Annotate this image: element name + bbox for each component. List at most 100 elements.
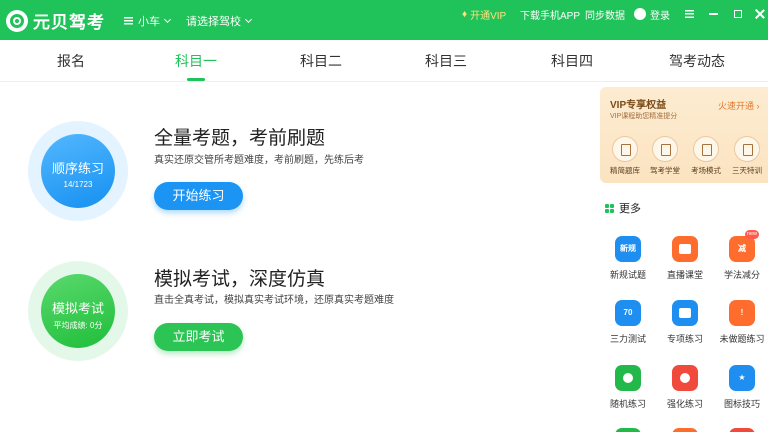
mock-exam-average-score: 平均成绩: 0分 xyxy=(53,321,103,330)
mock-exam-title: 模拟考试 xyxy=(51,301,104,316)
new-badge: new xyxy=(744,230,759,239)
tool-three-power-test[interactable]: 70 三力测试 xyxy=(601,300,655,345)
start-exam-button[interactable]: 立即考试 xyxy=(154,323,243,351)
tool-label: 图标技巧 xyxy=(723,399,760,409)
practice-description: 真实还原交管所考题难度，考前刷题，先练后考 xyxy=(154,155,364,166)
sequential-practice-progress: 14/1723 xyxy=(63,180,93,189)
tool-label: 专项练习 xyxy=(666,334,703,344)
tool-special-practice[interactable]: 专项练习 xyxy=(658,300,712,345)
tool-label: 未做题练习 xyxy=(719,334,765,344)
vip-card-subtitle: VIP课程助您精准提分 xyxy=(610,113,678,120)
avatar-icon xyxy=(634,8,646,20)
vip-card-title: VIP专享权益 xyxy=(610,100,667,111)
vehicle-select-label: 小车 xyxy=(138,16,160,28)
vip-feature-label: 精简题库 xyxy=(610,166,640,175)
close-button[interactable] xyxy=(753,7,767,21)
tool-random-practice[interactable]: 随机练习 xyxy=(601,365,655,410)
close-icon xyxy=(755,9,765,19)
tool-live-class[interactable]: 直播课堂 xyxy=(658,236,712,281)
three-power-icon: 70 xyxy=(615,300,641,326)
menu-button[interactable] xyxy=(682,7,696,21)
vehicle-select[interactable]: 小车 xyxy=(124,13,172,29)
tool-label: 随机练习 xyxy=(609,399,646,409)
study-reduce-icon: 减 new xyxy=(729,230,759,262)
steering-wheel-icon xyxy=(6,9,28,32)
chevron-down-icon xyxy=(163,15,172,24)
partial-tool-icon[interactable] xyxy=(615,428,641,432)
vip-feature-question-bank[interactable]: 精简题库 xyxy=(605,136,645,176)
minimize-icon xyxy=(708,13,718,15)
trophy-icon xyxy=(734,136,760,162)
icon-tips-icon: ★ xyxy=(729,365,755,391)
vip-feature-label: 考场模式 xyxy=(691,166,721,175)
tab-subject-two[interactable]: 科目二 xyxy=(261,40,381,82)
tool-label: 直播课堂 xyxy=(666,270,703,280)
mock-exam-circle[interactable]: 模拟考试 平均成绩: 0分 xyxy=(41,274,115,348)
study-reduce-glyph: 减 xyxy=(738,244,746,253)
vehicle-type-icon xyxy=(124,16,133,26)
school-select-label: 请选择驾校 xyxy=(186,16,241,28)
tab-register[interactable]: 报名 xyxy=(11,40,131,82)
sync-data-label: 同步数据 xyxy=(585,10,625,22)
film-icon xyxy=(652,136,678,162)
grid-icon xyxy=(605,203,614,213)
vip-benefits-card[interactable]: VIP专享权益 VIP课程助您精准提分 火速开通 › 精简题库 驾考学堂 考场模… xyxy=(600,87,768,183)
chevron-down-icon xyxy=(244,15,253,24)
start-practice-button[interactable]: 开始练习 xyxy=(154,182,243,210)
tool-intensive-practice[interactable]: 强化练习 xyxy=(658,365,712,410)
vip-feature-exam-mode[interactable]: 考场模式 xyxy=(686,136,726,176)
tool-new-rules[interactable]: 新规 新规试题 xyxy=(601,236,655,281)
live-video-icon xyxy=(672,236,698,262)
maximize-icon xyxy=(734,10,742,18)
undone-practice-icon: ! xyxy=(729,300,755,326)
subject-tabs: 报名 科目一 科目二 科目三 科目四 驾考动态 xyxy=(0,40,768,82)
minimize-button[interactable] xyxy=(706,7,720,21)
tab-subject-three[interactable]: 科目三 xyxy=(386,40,506,82)
tool-icon-tips[interactable]: ★ 图标技巧 xyxy=(715,365,768,410)
question-bank-icon xyxy=(612,136,638,162)
monitor-icon xyxy=(693,136,719,162)
more-section-header: 更多 xyxy=(605,200,641,216)
new-rules-icon: 新规 xyxy=(615,236,641,262)
vip-open-link[interactable]: 火速开通 › xyxy=(718,99,760,112)
more-title: 更多 xyxy=(619,203,641,215)
tool-label: 三力测试 xyxy=(609,334,646,344)
intensive-practice-icon xyxy=(672,365,698,391)
mock-exam-ring: 模拟考试 平均成绩: 0分 xyxy=(28,261,128,361)
tool-undone-practice[interactable]: ! 未做题练习 xyxy=(715,300,768,345)
download-app-link[interactable]: 下载手机APP xyxy=(520,8,581,22)
exam-heading: 模拟考试，深度仿真 xyxy=(154,269,326,290)
special-practice-icon xyxy=(672,300,698,326)
tool-label: 强化练习 xyxy=(666,399,703,409)
vip-feature-label: 三天特训 xyxy=(732,166,762,175)
vip-feature-three-day-training[interactable]: 三天特训 xyxy=(727,136,767,176)
tab-subject-four[interactable]: 科目四 xyxy=(512,40,632,82)
practice-heading: 全量考题，考前刷题 xyxy=(154,128,326,149)
app-logo: 元贝驾考 xyxy=(6,8,105,33)
sync-data-link[interactable]: 同步数据 xyxy=(585,8,625,22)
download-app-label: 下载手机APP xyxy=(520,10,581,22)
sequential-practice-title: 顺序练习 xyxy=(51,161,104,176)
vip-button[interactable]: ♦ 开通VIP xyxy=(462,8,507,22)
tab-driving-news[interactable]: 驾考动态 xyxy=(637,40,757,82)
vip-button-label: 开通VIP xyxy=(470,10,507,22)
school-select[interactable]: 请选择驾校 xyxy=(186,13,253,29)
app-name: 元贝驾考 xyxy=(33,13,105,32)
tab-subject-one[interactable]: 科目一 xyxy=(136,40,256,82)
sequential-practice-circle[interactable]: 顺序练习 14/1723 xyxy=(41,134,115,208)
random-practice-icon xyxy=(615,365,641,391)
exam-description: 直击全真考试，模拟真实考试环境，还原真实考题难度 xyxy=(154,295,394,306)
vip-feature-classroom[interactable]: 驾考学堂 xyxy=(645,136,685,176)
tool-label: 新规试题 xyxy=(609,270,646,280)
partial-tool-icon[interactable] xyxy=(729,428,755,432)
login-label: 登录 xyxy=(650,10,670,22)
tool-study-reduce[interactable]: 减 new 学法减分 xyxy=(715,230,768,281)
sequential-practice-ring: 顺序练习 14/1723 xyxy=(28,121,128,221)
login-button[interactable]: 登录 xyxy=(634,8,670,22)
vip-open-link-label: 火速开通 xyxy=(718,101,755,111)
menu-icon xyxy=(684,10,694,18)
diamond-icon: ♦ xyxy=(462,8,468,20)
maximize-button[interactable] xyxy=(731,7,745,21)
partial-tool-icon[interactable] xyxy=(672,428,698,432)
tool-label: 学法减分 xyxy=(723,270,760,280)
